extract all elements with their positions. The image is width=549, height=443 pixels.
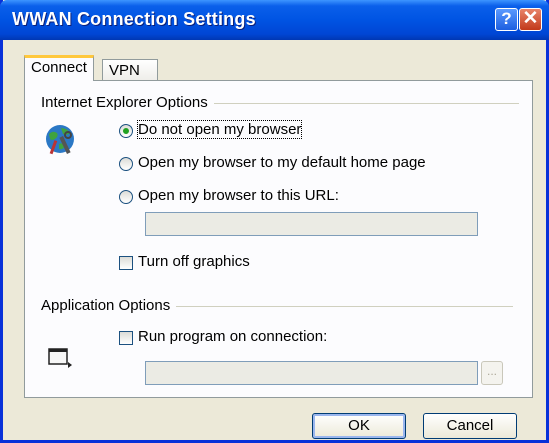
browse-button[interactable]: ... xyxy=(481,361,503,385)
turn-off-graphics-label[interactable]: Turn off graphics xyxy=(138,253,250,270)
app-options-label: Application Options xyxy=(41,297,177,314)
radio-selected-dot xyxy=(123,128,129,134)
radio-this-url-label[interactable]: Open my browser to this URL: xyxy=(138,187,339,204)
dialog-window: WWAN Connection Settings ? ✕ Connect VPN… xyxy=(0,0,549,443)
ok-button[interactable]: OK xyxy=(312,413,406,439)
tab-connect[interactable]: Connect xyxy=(24,55,94,81)
url-input[interactable] xyxy=(145,212,478,236)
title-bar[interactable]: WWAN Connection Settings ? ✕ xyxy=(0,0,549,40)
program-path-input[interactable] xyxy=(145,361,478,385)
globe-tools-icon xyxy=(46,125,74,155)
radio-default-home-page-label[interactable]: Open my browser to my default home page xyxy=(138,154,426,171)
run-program-label[interactable]: Run program on connection: xyxy=(138,328,327,345)
ie-options-label: Internet Explorer Options xyxy=(41,94,214,111)
window-icon xyxy=(48,348,72,368)
radio-do-not-open[interactable] xyxy=(119,124,133,138)
help-button[interactable]: ? xyxy=(495,8,518,31)
window-title: WWAN Connection Settings xyxy=(12,9,256,29)
radio-default-home-page[interactable] xyxy=(119,157,133,171)
cancel-button[interactable]: Cancel xyxy=(423,413,517,439)
close-button[interactable]: ✕ xyxy=(519,8,542,31)
radio-this-url[interactable] xyxy=(119,190,133,204)
radio-do-not-open-label[interactable]: Do not open my browser xyxy=(136,120,303,139)
turn-off-graphics-checkbox[interactable] xyxy=(119,256,133,270)
run-program-checkbox[interactable] xyxy=(119,331,133,345)
